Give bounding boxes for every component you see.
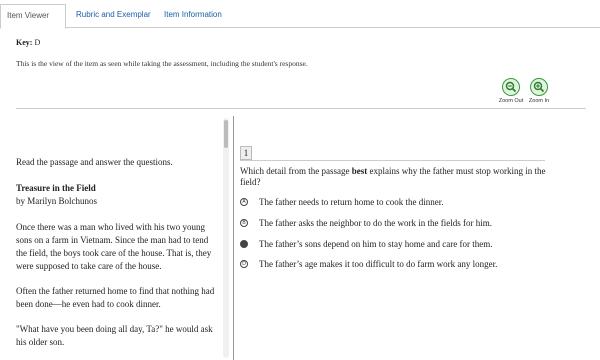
answer-option-b[interactable]: B The father asks the neighbor to do the…	[240, 217, 560, 229]
passage-paragraph: Once there was a man who lived with his …	[16, 222, 212, 271]
tab-item-information[interactable]: Item Information	[158, 4, 228, 28]
radio-button[interactable]: B	[240, 219, 248, 227]
tab-item-viewer[interactable]: Item Viewer	[0, 4, 66, 29]
passage-paragraph: Often the father returned home to find t…	[16, 286, 215, 309]
passage-instructions: Read the passage and answer the question…	[16, 157, 173, 167]
option-text: The father’s age makes it too difficult …	[259, 259, 498, 269]
pane-divider[interactable]	[233, 116, 234, 360]
tab-rubric-and-exemplar[interactable]: Rubric and Exemplar	[70, 4, 157, 28]
stem-text: Which detail from the passage	[240, 166, 352, 176]
passage-author: by Marilyn Bolchunos	[16, 196, 97, 206]
option-text: The father’s sons depend on him to stay …	[259, 239, 493, 249]
zoom-out-label: Zoom Out	[498, 98, 524, 104]
radio-button[interactable]: A	[240, 198, 248, 206]
zoom-in-icon	[530, 78, 548, 96]
zoom-in-button[interactable]: Zoom In	[524, 78, 554, 104]
answer-option-d[interactable]: D The father’s age makes it too difficul…	[240, 258, 560, 270]
option-text: The father needs to return home to cook …	[259, 197, 444, 207]
zoom-out-icon	[502, 78, 520, 96]
key-value: D	[34, 38, 41, 47]
passage-scrollbar[interactable]	[223, 118, 229, 358]
key-label: Key:	[16, 38, 33, 47]
zoom-in-label: Zoom In	[528, 98, 550, 104]
stem-emphasis: best	[351, 166, 368, 176]
radio-button-selected[interactable]	[240, 240, 248, 248]
option-text: The father asks the neighbor to do the w…	[259, 218, 492, 228]
header-divider	[16, 108, 586, 109]
passage-pane: Read the passage and answer the question…	[16, 116, 220, 360]
answer-key: Key: D	[16, 38, 40, 47]
question-stem: Which detail from the passage best expla…	[240, 166, 550, 188]
item-description: This is the view of the item as seen whi…	[16, 59, 308, 68]
question-number: 1	[240, 146, 252, 160]
passage-paragraph: "What have you been doing all day, Ta?" …	[16, 324, 213, 347]
zoom-out-button[interactable]: Zoom Out	[496, 78, 526, 104]
passage-scrollbar-thumb[interactable]	[224, 120, 228, 148]
tab-bar: Item Viewer Rubric and Exemplar Item Inf…	[0, 0, 600, 29]
radio-button[interactable]: D	[240, 260, 248, 268]
answer-option-a[interactable]: A The father needs to return home to coo…	[240, 196, 560, 208]
answer-option-c[interactable]: The father’s sons depend on him to stay …	[240, 238, 560, 250]
passage-title: Treasure in the Field	[16, 183, 96, 193]
question-divider	[240, 160, 545, 161]
